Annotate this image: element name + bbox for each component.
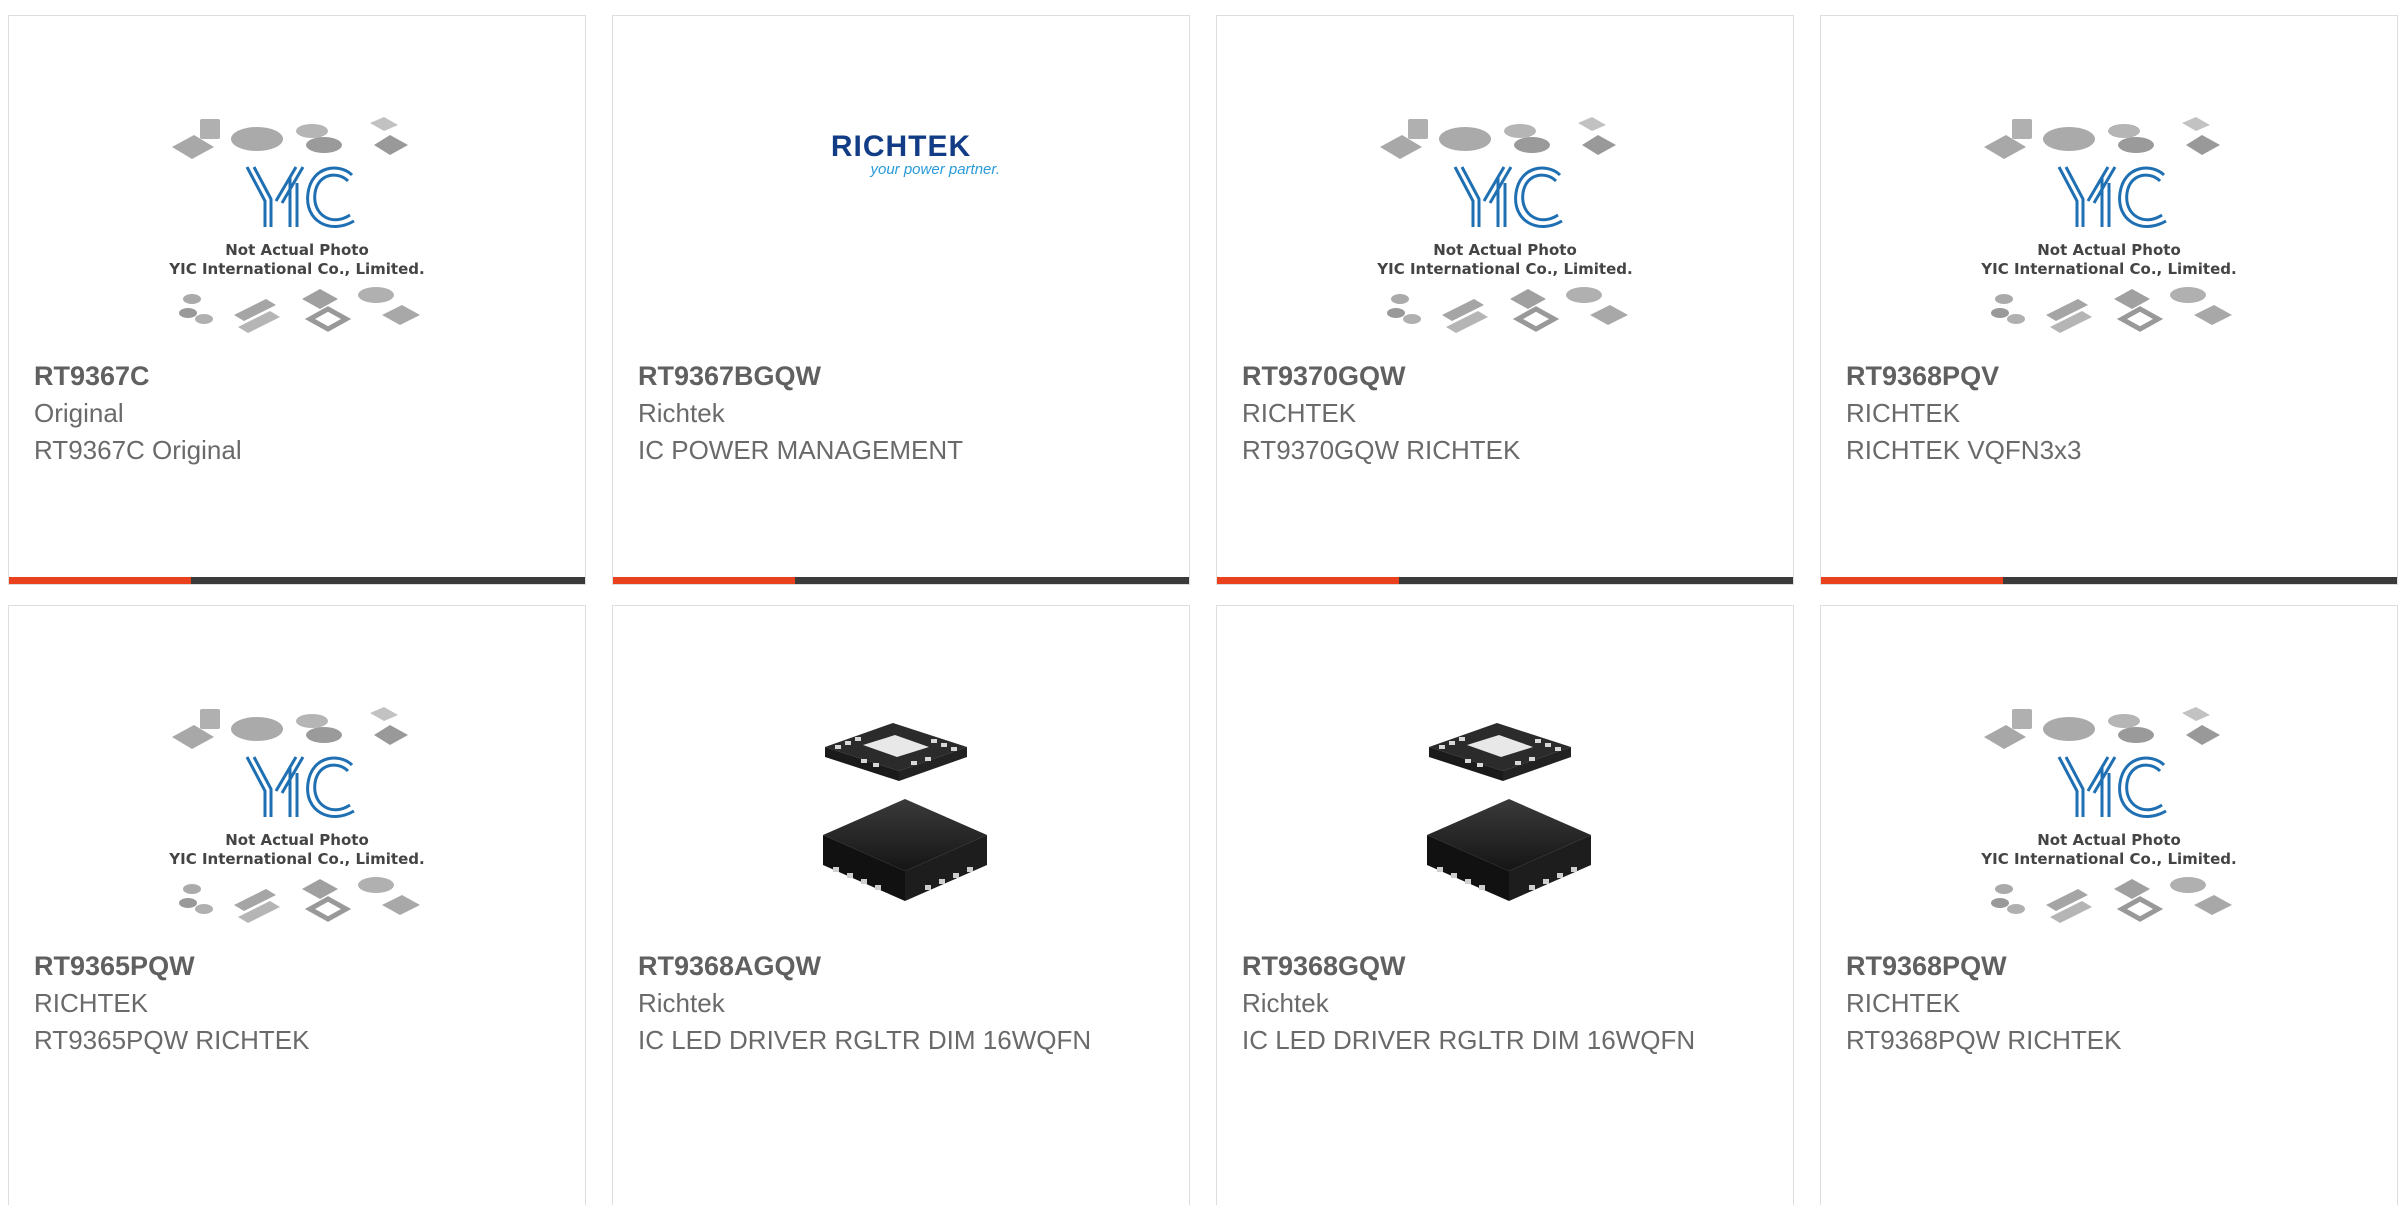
- description: RICHTEK VQFN3x3: [1846, 435, 2082, 465]
- product-image[interactable]: [1217, 92, 1793, 362]
- product-grid: RT9367C Original RT9367C Original RICHTE…: [0, 0, 2400, 1205]
- product-card[interactable]: RT9365PQW RICHTEK RT9365PQW RICHTEK: [8, 605, 586, 1205]
- product-image[interactable]: [1821, 92, 2397, 362]
- qfn-chip-icon: [801, 717, 1001, 917]
- part-number[interactable]: RT9368PQV: [1846, 358, 2377, 395]
- part-number[interactable]: RT9370GQW: [1242, 358, 1773, 395]
- product-image[interactable]: [1821, 682, 2397, 952]
- card-bottom-bar: [1217, 577, 1793, 584]
- card-bottom-bar: [9, 577, 585, 584]
- yic-placeholder-icon: [162, 109, 432, 345]
- card-accent: [9, 577, 191, 584]
- card-bottom-bar: [613, 577, 1189, 584]
- description: RT9365PQW RICHTEK: [34, 1025, 310, 1055]
- yic-placeholder-icon: [1974, 699, 2244, 935]
- manufacturer: Richtek: [638, 398, 725, 428]
- svg-text:your power partner.: your power partner.: [869, 161, 1000, 178]
- manufacturer: RICHTEK: [34, 988, 149, 1018]
- manufacturer: RICHTEK: [1846, 398, 1961, 428]
- product-card[interactable]: RT9368PQV RICHTEK RICHTEK VQFN3x3: [1820, 15, 2398, 585]
- part-number[interactable]: RT9368AGQW: [638, 948, 1169, 985]
- description: IC LED DRIVER RGLTR DIM 16WQFN: [1242, 1025, 1696, 1055]
- richtek-logo-icon: RICHTEK your power partner.: [831, 130, 1000, 178]
- part-number[interactable]: RT9368PQW: [1846, 948, 2377, 985]
- card-accent: [613, 577, 795, 584]
- manufacturer: Richtek: [638, 988, 725, 1018]
- qfn-chip-icon: [1405, 717, 1605, 917]
- product-card[interactable]: RT9368GQW Richtek IC LED DRIVER RGLTR DI…: [1216, 605, 1794, 1205]
- product-image[interactable]: [9, 682, 585, 952]
- description: RT9367C Original: [34, 435, 242, 465]
- part-number[interactable]: RT9365PQW: [34, 948, 565, 985]
- part-number[interactable]: RT9367C: [34, 358, 565, 395]
- manufacturer: Original: [34, 398, 124, 428]
- yic-placeholder-icon: [1370, 109, 1640, 345]
- product-card[interactable]: RT9367C Original RT9367C Original: [8, 15, 586, 585]
- card-bottom-bar: [1821, 577, 2397, 584]
- svg-text:RICHTEK: RICHTEK: [831, 130, 971, 163]
- product-card[interactable]: RT9368PQW RICHTEK RT9368PQW RICHTEK: [1820, 605, 2398, 1205]
- manufacturer: RICHTEK: [1846, 988, 1961, 1018]
- description: IC POWER MANAGEMENT: [638, 435, 964, 465]
- manufacturer: Richtek: [1242, 988, 1329, 1018]
- product-image[interactable]: RICHTEK your power partner.: [613, 92, 1189, 212]
- description: IC LED DRIVER RGLTR DIM 16WQFN: [638, 1025, 1092, 1055]
- product-image[interactable]: [613, 682, 1189, 952]
- product-image[interactable]: [9, 92, 585, 362]
- manufacturer: RICHTEK: [1242, 398, 1357, 428]
- product-image[interactable]: [1217, 682, 1793, 952]
- yic-placeholder-icon: [1974, 109, 2244, 345]
- product-card[interactable]: RT9370GQW RICHTEK RT9370GQW RICHTEK: [1216, 15, 1794, 585]
- product-card[interactable]: RICHTEK your power partner. RT9367BGQW R…: [612, 15, 1190, 585]
- description: RT9368PQW RICHTEK: [1846, 1025, 2122, 1055]
- description: RT9370GQW RICHTEK: [1242, 435, 1521, 465]
- card-accent: [1217, 577, 1399, 584]
- part-number[interactable]: RT9368GQW: [1242, 948, 1773, 985]
- product-card[interactable]: RT9368AGQW Richtek IC LED DRIVER RGLTR D…: [612, 605, 1190, 1205]
- card-accent: [1821, 577, 2003, 584]
- yic-placeholder-icon: [162, 699, 432, 935]
- part-number[interactable]: RT9367BGQW: [638, 358, 1169, 395]
